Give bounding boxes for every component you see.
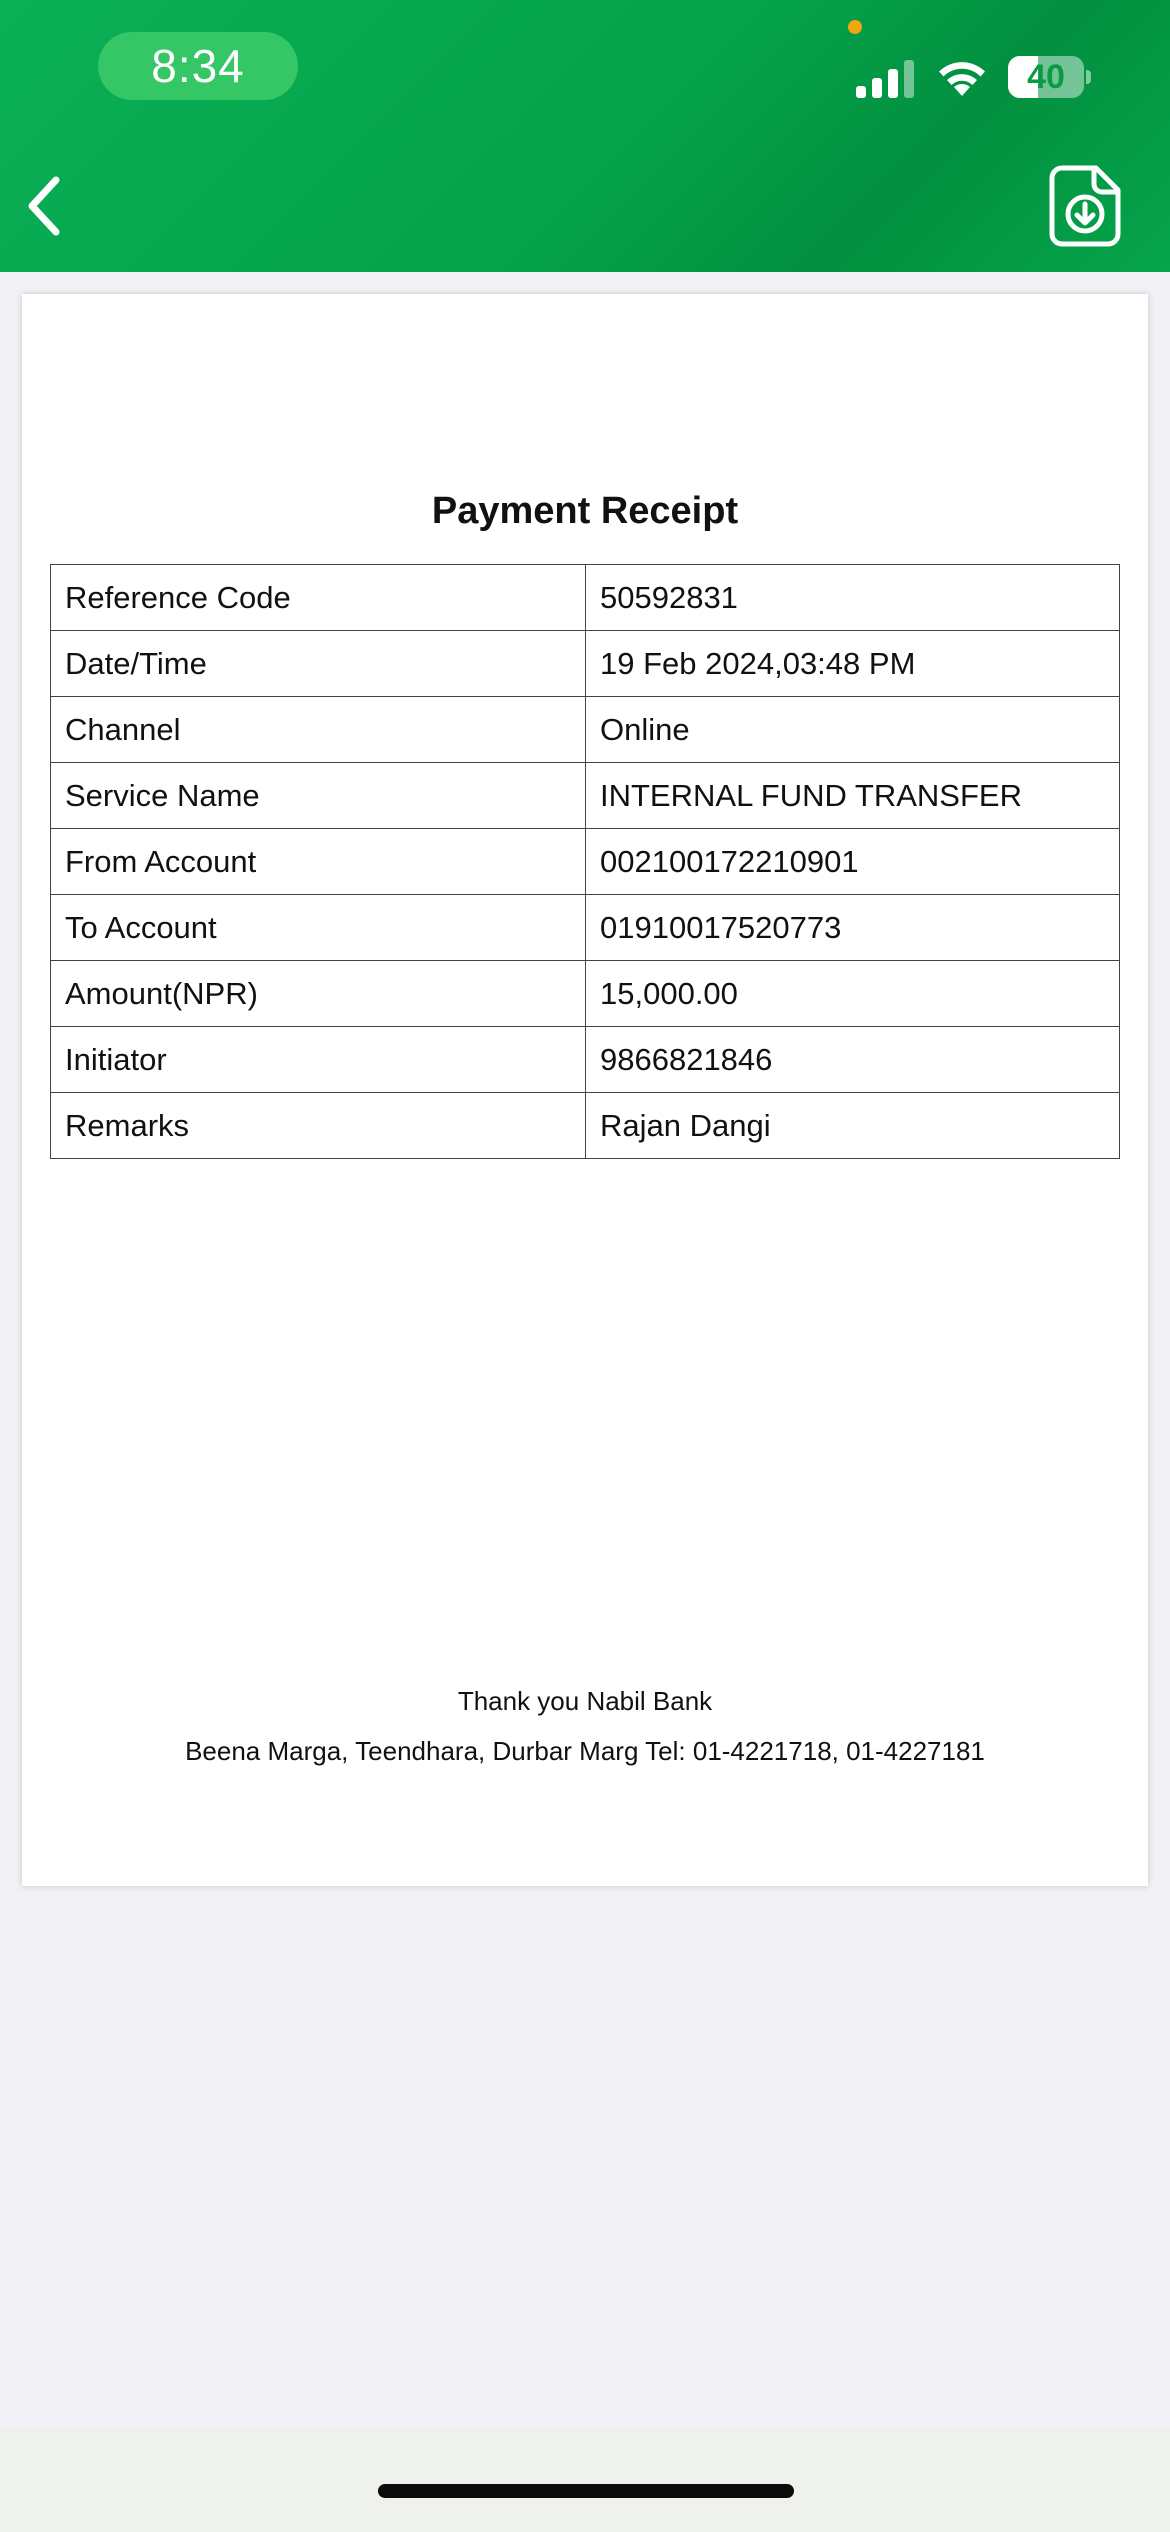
- privacy-indicator-dot: [848, 20, 862, 34]
- row-label: Initiator: [50, 1026, 586, 1093]
- row-value: 01910017520773: [585, 894, 1120, 961]
- download-receipt-button[interactable]: [1048, 164, 1124, 248]
- row-label: To Account: [50, 894, 586, 961]
- row-label: From Account: [50, 828, 586, 895]
- table-row: Initiator 9866821846: [50, 1026, 1120, 1093]
- row-label: Date/Time: [50, 630, 586, 697]
- receipt-title: Payment Receipt: [431, 490, 739, 532]
- row-value: Rajan Dangi: [585, 1092, 1120, 1159]
- row-value: 002100172210901: [585, 828, 1120, 895]
- chevron-left-icon: [28, 176, 60, 236]
- table-row: Amount(NPR) 15,000.00: [50, 960, 1120, 1027]
- footer-thanks: Thank you Nabil Bank: [457, 1686, 713, 1716]
- row-label: Remarks: [50, 1092, 586, 1159]
- row-label: Service Name: [50, 762, 586, 829]
- battery-level: 40: [1027, 57, 1065, 96]
- row-value: Online: [585, 696, 1120, 763]
- row-label: Reference Code: [50, 564, 586, 631]
- table-row: Reference Code 50592831: [50, 564, 1120, 631]
- receipt-card: Payment Receipt Reference Code 50592831 …: [22, 294, 1148, 1886]
- wifi-icon: [939, 62, 985, 96]
- row-value: 15,000.00: [585, 960, 1120, 1027]
- table-row: Service Name INTERNAL FUND TRANSFER: [50, 762, 1120, 829]
- file-download-icon: [1049, 165, 1121, 247]
- status-time: 8:34: [98, 32, 298, 100]
- row-value: 19 Feb 2024,03:48 PM: [585, 630, 1120, 697]
- receipt-screen: 8:34 40 Payment Receipt Reference Code 5…: [0, 0, 1170, 2532]
- row-value: 50592831: [585, 564, 1120, 631]
- app-header: 8:34 40: [0, 0, 1170, 272]
- row-value: INTERNAL FUND TRANSFER: [585, 762, 1120, 829]
- row-label: Channel: [50, 696, 586, 763]
- battery-icon: 40: [1008, 56, 1091, 98]
- table-row: From Account 002100172210901: [50, 828, 1120, 895]
- home-indicator-area: [0, 2428, 1170, 2532]
- footer-address: Beena Marga, Teendhara, Durbar Marg Tel:…: [185, 1736, 985, 1766]
- table-row: To Account 01910017520773: [50, 894, 1120, 961]
- table-row: Channel Online: [50, 696, 1120, 763]
- cellular-signal-icon: [856, 60, 914, 98]
- table-row: Remarks Rajan Dangi: [50, 1092, 1120, 1159]
- receipt-details-table: Reference Code 50592831 Date/Time 19 Feb…: [50, 564, 1120, 1159]
- back-button[interactable]: [14, 170, 74, 242]
- home-indicator[interactable]: [378, 2484, 794, 2498]
- row-value: 9866821846: [585, 1026, 1120, 1093]
- table-row: Date/Time 19 Feb 2024,03:48 PM: [50, 630, 1120, 697]
- row-label: Amount(NPR): [50, 960, 586, 1027]
